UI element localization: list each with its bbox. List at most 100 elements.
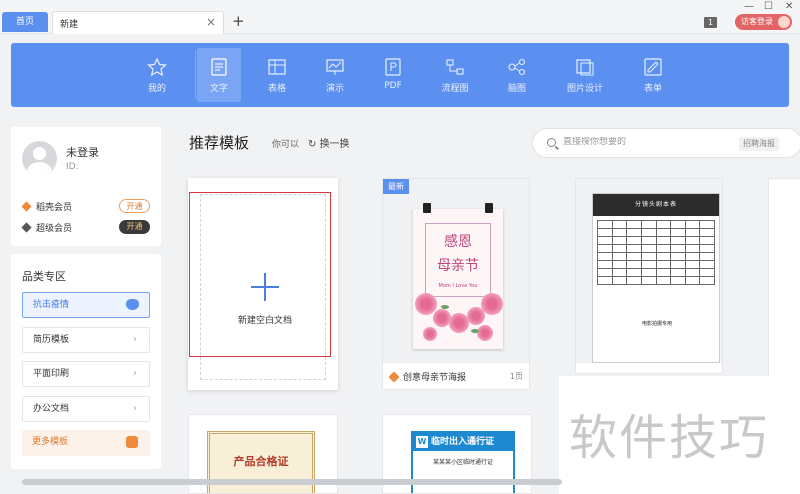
app-toolbar: 我的 文字 表格 演示 PDF 流程图 脑图 图片设计 表单 bbox=[11, 43, 789, 107]
minimize-icon[interactable]: — bbox=[744, 1, 754, 12]
tool-writer-label: 文字 bbox=[209, 84, 228, 94]
search-tag[interactable]: 招聘海报 bbox=[739, 137, 779, 151]
docer-icon bbox=[388, 371, 400, 383]
section-title: 推荐模板 bbox=[189, 134, 250, 152]
category-item-label: 简历模板 bbox=[33, 335, 70, 345]
tool-flowchart[interactable]: 流程图 bbox=[433, 48, 477, 102]
vip-docer-label: 稻壳会员 bbox=[36, 203, 73, 213]
user-panel: 未登录 ID: 稻壳会员 开通 超级会员 开通 bbox=[11, 127, 161, 246]
add-tab-icon[interactable]: + bbox=[232, 12, 245, 30]
template-footer: 创意母亲节海报 1页 bbox=[383, 365, 529, 389]
highlight-box: 新建空白文档 bbox=[189, 192, 331, 357]
tool-my-label: 我的 bbox=[147, 84, 166, 94]
horizontal-scrollbar[interactable] bbox=[22, 479, 562, 485]
tab-close-icon[interactable]: × bbox=[206, 15, 216, 29]
title-bar: 首页 新建 × + 1 访客登录 — ☐ ✕ bbox=[0, 0, 800, 34]
plus-icon bbox=[251, 273, 279, 301]
storyboard-caption: 电影拍摄专用 bbox=[641, 321, 672, 327]
document-icon bbox=[211, 58, 227, 76]
tool-image-design-label: 图片设计 bbox=[566, 84, 603, 94]
chevron-right-icon: › bbox=[133, 334, 137, 345]
category-item-label: 办公文档 bbox=[33, 404, 70, 414]
template-card-storyboard[interactable]: 分镜头剧本表 电影拍摄专用 bbox=[575, 178, 723, 374]
new-badge: 最新 bbox=[383, 179, 409, 194]
user-name[interactable]: 未登录 bbox=[66, 144, 99, 160]
window-count-badge[interactable]: 1 bbox=[704, 17, 717, 28]
maximize-icon[interactable]: ☐ bbox=[764, 1, 773, 12]
refresh-button[interactable]: ↻ 换一换 bbox=[308, 135, 350, 150]
presentation-icon bbox=[326, 59, 344, 75]
new-blank-document-card[interactable]: 新建空白文档 bbox=[188, 178, 338, 390]
poster-title-1: 感恩 bbox=[444, 234, 472, 250]
tool-presentation-label: 演示 bbox=[325, 84, 344, 94]
tool-spreadsheet[interactable]: 表格 bbox=[255, 48, 299, 102]
tool-mindmap[interactable]: 脑图 bbox=[495, 48, 539, 102]
category-item-epidemic[interactable]: 抗击疫情 bbox=[22, 292, 150, 318]
guest-login-button[interactable]: 访客登录 bbox=[735, 14, 792, 30]
tool-form-label: 表单 bbox=[643, 84, 662, 94]
poster-preview: 感恩 母亲节 Mom I Love You bbox=[413, 203, 503, 349]
page-count: 1页 bbox=[509, 372, 523, 381]
storyboard-preview: 分镜头剧本表 电影拍摄专用 bbox=[592, 193, 720, 363]
refresh-label: 换一换 bbox=[319, 139, 350, 150]
guest-avatar-icon bbox=[778, 16, 790, 28]
template-card-mothers-day[interactable]: 感恩 母亲节 Mom I Love You 最新 创意母亲节海报 1页 bbox=[382, 178, 530, 390]
tool-pdf-label: PDF bbox=[384, 81, 402, 91]
search-input[interactable] bbox=[563, 137, 733, 147]
tool-my[interactable]: 我的 bbox=[135, 48, 179, 102]
pdf-icon bbox=[385, 58, 401, 76]
category-item-label: 平面印刷 bbox=[33, 369, 70, 379]
tool-presentation[interactable]: 演示 bbox=[313, 48, 357, 102]
pass-subtitle: 某某某小区临时通行证 bbox=[432, 459, 493, 466]
open-super-vip-button[interactable]: 开通 bbox=[119, 220, 150, 234]
tab-new-label: 新建 bbox=[60, 20, 79, 30]
writer-icon: W bbox=[416, 436, 428, 448]
more-templates-label: 更多模板 bbox=[32, 437, 69, 447]
tool-pdf[interactable]: PDF bbox=[371, 48, 415, 102]
pass-header: 临时出入通行证 bbox=[413, 433, 513, 451]
maybe-label: 你可以 bbox=[272, 140, 300, 150]
category-item-print[interactable]: 平面印刷 › bbox=[22, 361, 150, 387]
tool-spreadsheet-label: 表格 bbox=[267, 84, 286, 94]
category-item-resume[interactable]: 简历模板 › bbox=[22, 327, 150, 353]
template-thumbnail: 感恩 母亲节 Mom I Love You 最新 bbox=[383, 179, 529, 363]
flowchart-icon bbox=[446, 59, 464, 75]
certificate-title: 产品合格证 bbox=[233, 455, 289, 468]
tool-flowchart-label: 流程图 bbox=[441, 84, 469, 94]
avatar[interactable] bbox=[22, 141, 57, 176]
image-design-icon bbox=[576, 59, 594, 76]
new-document-label: 新建空白文档 bbox=[237, 316, 292, 326]
category-title: 品类专区 bbox=[22, 270, 66, 283]
tool-image-design[interactable]: 图片设计 bbox=[561, 48, 609, 102]
template-name: 创意母亲节海报 bbox=[403, 373, 467, 383]
tool-writer[interactable]: 文字 bbox=[197, 48, 241, 102]
template-thumbnail: 分镜头剧本表 电影拍摄专用 bbox=[576, 179, 722, 363]
tab-home[interactable]: 首页 bbox=[2, 12, 48, 32]
tab-new[interactable]: 新建 × bbox=[52, 11, 224, 34]
toolbar-divider bbox=[195, 51, 196, 99]
storyboard-header: 分镜头剧本表 bbox=[593, 194, 719, 216]
download-icon bbox=[126, 436, 138, 448]
template-card-partial[interactable] bbox=[768, 178, 800, 390]
mascot-icon bbox=[126, 299, 139, 310]
form-icon bbox=[644, 58, 662, 76]
category-item-office[interactable]: 办公文档 › bbox=[22, 396, 150, 422]
search-icon bbox=[547, 138, 556, 147]
window-close-icon[interactable]: ✕ bbox=[785, 1, 793, 12]
super-vip-icon bbox=[21, 222, 32, 233]
tool-form[interactable]: 表单 bbox=[631, 48, 675, 102]
chevron-right-icon: › bbox=[133, 403, 137, 414]
star-icon bbox=[147, 58, 167, 76]
vip-super-label: 超级会员 bbox=[36, 224, 73, 234]
poster-subtitle: Mom I Love You bbox=[438, 283, 478, 289]
refresh-icon: ↻ bbox=[308, 139, 320, 150]
more-templates-button[interactable]: 更多模板 bbox=[22, 430, 150, 456]
open-docer-vip-button[interactable]: 开通 bbox=[119, 199, 150, 213]
guest-login-label: 访客登录 bbox=[741, 17, 773, 26]
watermark-text: 软件技巧 bbox=[569, 410, 770, 466]
docer-vip-icon bbox=[21, 201, 32, 212]
pass-title: 临时出入通行证 bbox=[431, 437, 495, 447]
vip-docer-row: 稻壳会员 bbox=[21, 200, 73, 213]
category-panel: 品类专区 抗击疫情 简历模板 › 平面印刷 › 办公文档 › 更多模板 bbox=[11, 254, 161, 469]
tool-mindmap-label: 脑图 bbox=[507, 84, 526, 94]
